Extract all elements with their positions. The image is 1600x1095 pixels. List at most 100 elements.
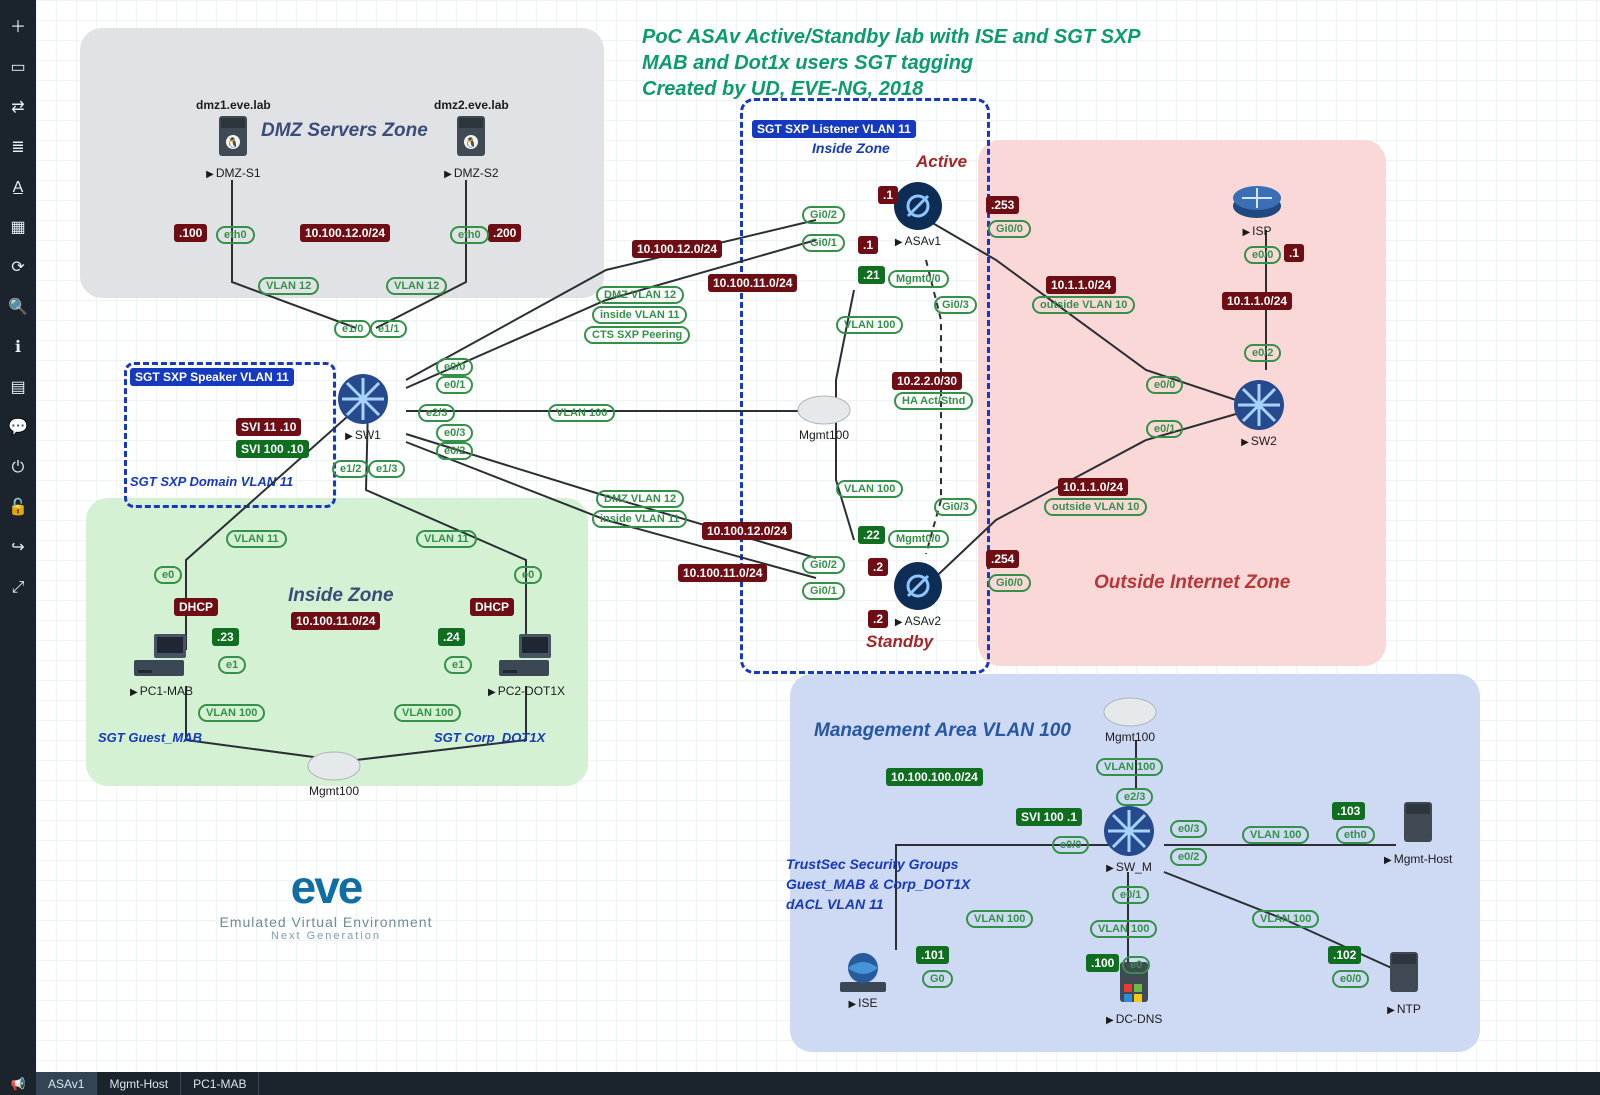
ip-dot1x: .24 [438, 628, 465, 646]
zone-mgmt-title: Management Area VLAN 100 [814, 720, 1071, 742]
swap-icon[interactable]: ⇄ [8, 98, 28, 118]
net-inside-dn: 10.100.11.0/24 [678, 564, 767, 582]
node-sw2[interactable]: ▶SW2 [1232, 378, 1286, 448]
zone-dmz [80, 28, 604, 298]
node-pc1-mab[interactable]: ▶PC1-MAB [130, 634, 193, 698]
ip-dmz1: .100 [174, 224, 207, 242]
node-mgmt100-top[interactable]: Mgmt100 [1102, 692, 1158, 744]
asa2-ip2: .2 [868, 610, 888, 628]
vlan100-m5: VLAN 100 [1252, 910, 1319, 928]
ip-mhost: .103 [1332, 802, 1365, 820]
grid-icon[interactable]: ▦ [8, 218, 28, 238]
node-mgmt100-bottom[interactable]: Mgmt100 [306, 746, 362, 798]
title-line2: MAB and Dot1x users SGT tagging [642, 52, 973, 75]
node-dmz-s2[interactable]: dmz2.eve.lab 🐧 ▶DMZ-S2 [434, 98, 509, 180]
asa-active-label: Active [916, 152, 967, 172]
cloud-icon [306, 746, 362, 782]
logo-sub1: Emulated Virtual Environment [196, 914, 456, 930]
swm-e23: e2/3 [1116, 788, 1153, 806]
node-ntp[interactable]: ▶NTP [1384, 950, 1424, 1016]
list-icon[interactable]: ≣ [8, 138, 28, 158]
plus-icon[interactable]: ＋ [8, 18, 28, 38]
port-eth0-dmz2: eth0 [450, 226, 489, 244]
mgmt100-label-t: Mgmt100 [1105, 730, 1155, 744]
node-mgmt100-center[interactable]: Mgmt100 [796, 390, 852, 442]
lbl-haact: HA Act/Stnd [894, 392, 973, 410]
clipboard-icon[interactable]: ▤ [8, 378, 28, 398]
svi11: SVI 11 .10 [236, 418, 301, 436]
net-dmz-up: 10.100.12.0/24 [632, 240, 722, 258]
tab-mgmt-host[interactable]: Mgmt-Host [97, 1072, 181, 1095]
lock-icon[interactable]: 🔓 [8, 498, 28, 518]
sw2-e01: e0/1 [1146, 420, 1183, 438]
vlan100-pc1: VLAN 100 [198, 704, 265, 722]
node-asav1[interactable]: ▶ASAv1 [892, 180, 944, 248]
power-icon[interactable]: ⏻ [8, 458, 28, 478]
outvlan2: outside VLAN 10 [1044, 498, 1147, 516]
isp-ip: .1 [1284, 244, 1304, 262]
node-dmz-s1[interactable]: dmz1.eve.lab 🐧 ▶DMZ-S1 [196, 98, 271, 180]
exit-icon[interactable]: ↪ [8, 538, 28, 558]
trustsec2: Guest_MAB & Corp_DOT1X [786, 876, 970, 892]
node-swm[interactable]: ▶SW_M [1102, 804, 1156, 874]
node-isp[interactable]: ▶ISP [1232, 176, 1282, 238]
port-e00: e0/0 [436, 358, 473, 376]
chat-icon[interactable]: 💬 [8, 418, 28, 438]
asa2-gi03: Gi0/3 [934, 498, 977, 516]
asa1-ip2: .1 [858, 236, 878, 254]
port-vlan12-l: VLAN 12 [258, 277, 319, 295]
node-sw1[interactable]: ▶SW1 [336, 372, 390, 442]
firewall-icon [892, 180, 944, 232]
swm-e03: e0/3 [1170, 820, 1207, 838]
vlan100-asa1: VLAN 100 [836, 316, 903, 334]
port-e11: e1/1 [370, 320, 407, 338]
info-icon[interactable]: ℹ [8, 338, 28, 358]
sxp-speaker-label: SGT SXP Speaker VLAN 11 [130, 368, 294, 386]
text-icon[interactable]: A̲ [8, 178, 28, 198]
server-icon [1398, 800, 1438, 850]
port-e12: e1/2 [332, 460, 369, 478]
dhcp-r: DHCP [470, 598, 514, 616]
asa1-gi02: Gi0/2 [802, 206, 845, 224]
asa1-gi00: Gi0/0 [988, 220, 1031, 238]
expand-icon[interactable]: ⤢ [8, 578, 28, 598]
node-pc2-dot1x[interactable]: ▶PC2-DOT1X [488, 634, 565, 698]
asa2-gi00: Gi0/0 [988, 574, 1031, 592]
asa2-gi01: Gi0/1 [802, 582, 845, 600]
dhcp-l: DHCP [174, 598, 218, 616]
tab-asav1[interactable]: ASAv1 [36, 1072, 97, 1095]
pc1-e1: e1 [218, 656, 246, 674]
broadcast-icon[interactable]: 📢 [0, 1077, 36, 1091]
topology-canvas[interactable]: PoC ASAv Active/Standby lab with ISE and… [36, 0, 1600, 1072]
vlan11-l: VLAN 11 [226, 530, 287, 548]
firewall-icon [892, 560, 944, 612]
port-e13: e1/3 [368, 460, 405, 478]
node-asav2[interactable]: ▶ASAv2 [892, 560, 944, 628]
swm-e00: e0/0 [1052, 836, 1089, 854]
switch-icon [336, 372, 390, 426]
asa-standby-label: Standby [866, 632, 933, 652]
tab-pc1-mab[interactable]: PC1-MAB [181, 1072, 259, 1095]
left-toolbar: ＋ ▭ ⇄ ≣ A̲ ▦ ⟳ 🔍 ℹ ▤ 💬 ⏻ 🔓 ↪ ⤢ [0, 0, 36, 1090]
mgmthost-name: ▶Mgmt-Host [1384, 852, 1452, 866]
ip-ntp: .102 [1328, 946, 1361, 964]
refresh-icon[interactable]: ⟳ [8, 258, 28, 278]
search-icon[interactable]: 🔍 [8, 298, 28, 318]
lbl-dmzvlan: DMZ VLAN 12 [596, 286, 684, 304]
isp-name: ▶ISP [1242, 224, 1271, 238]
port-eth0-dmz1: eth0 [216, 226, 255, 244]
mgmt100-label-b: Mgmt100 [309, 784, 359, 798]
sxp-domain-label: SGT SXP Domain VLAN 11 [130, 474, 293, 489]
switch-icon [1102, 804, 1156, 858]
vlan100-pc2: VLAN 100 [394, 704, 461, 722]
swm-e01: e0/1 [1112, 886, 1149, 904]
node-ise[interactable]: ▶ISE [840, 952, 886, 1010]
sw2-e02: e0/2 [1244, 344, 1281, 362]
node-mgmt-host[interactable]: ▶Mgmt-Host [1384, 800, 1452, 866]
node-icon[interactable]: ▭ [8, 58, 28, 78]
asa1-gi01: Gi0/1 [802, 234, 845, 252]
swm-e02: e0/2 [1170, 848, 1207, 866]
title-line1: PoC ASAv Active/Standby lab with ISE and… [642, 26, 1141, 49]
mgmt100-label-c: Mgmt100 [799, 428, 849, 442]
lbl-cts: CTS SXP Peering [584, 326, 690, 344]
